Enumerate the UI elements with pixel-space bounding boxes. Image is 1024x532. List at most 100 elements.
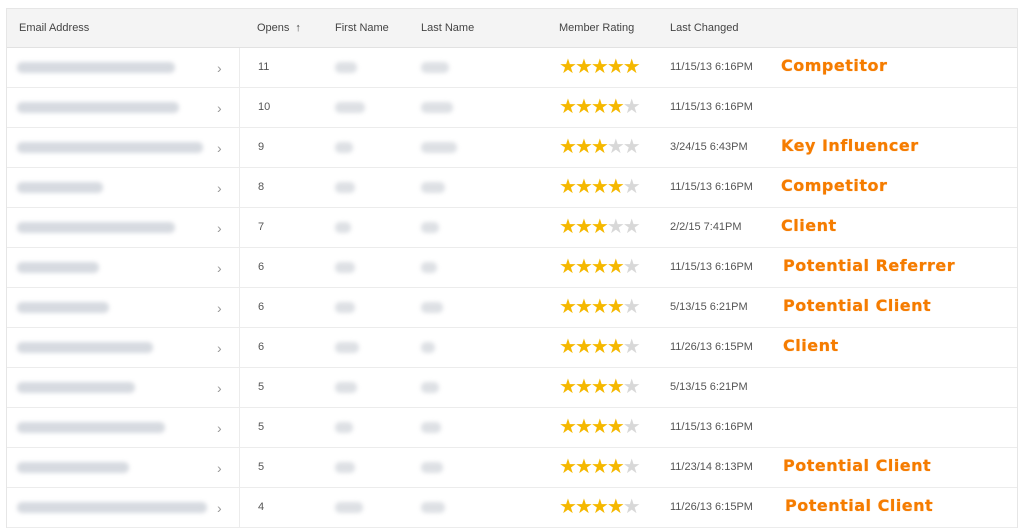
email-redacted[interactable]	[17, 502, 207, 513]
star-icon[interactable]: ★	[607, 136, 625, 158]
star-icon[interactable]: ★	[575, 136, 593, 158]
star-icon[interactable]: ★	[607, 456, 625, 478]
star-icon[interactable]: ★	[591, 136, 609, 158]
star-icon[interactable]: ★	[575, 96, 593, 118]
chevron-right-icon[interactable]: ›	[217, 220, 222, 236]
arrow-up-icon[interactable]: ↑	[295, 22, 301, 34]
header-opens-label[interactable]: Opens	[257, 22, 289, 34]
chevron-right-icon[interactable]: ›	[217, 500, 222, 516]
star-icon[interactable]: ★	[575, 296, 593, 318]
star-icon[interactable]: ★	[559, 136, 577, 158]
star-icon[interactable]: ★	[607, 96, 625, 118]
star-icon[interactable]: ★	[623, 496, 641, 518]
table-row[interactable]: › 6 ★★★★★ 11/15/13 6:16PM Potential Referrer	[7, 248, 1017, 288]
chevron-right-icon[interactable]: ›	[217, 60, 222, 76]
table-row[interactable]: › 6 ★★★★★ 11/26/13 6:15PM Client	[7, 328, 1017, 368]
chevron-right-icon[interactable]: ›	[217, 380, 222, 396]
star-icon[interactable]: ★	[575, 376, 593, 398]
star-icon[interactable]: ★	[607, 496, 625, 518]
member-rating[interactable]: ★★★★★	[559, 216, 641, 238]
chevron-right-icon[interactable]: ›	[217, 420, 222, 436]
header-last-changed[interactable]: Last Changed	[670, 22, 739, 34]
star-icon[interactable]: ★	[607, 216, 625, 238]
table-row[interactable]: › 10 ★★★★★ 11/15/13 6:16PM	[7, 88, 1017, 128]
star-icon[interactable]: ★	[559, 456, 577, 478]
email-redacted[interactable]	[17, 342, 153, 353]
member-rating[interactable]: ★★★★★	[559, 56, 641, 78]
star-icon[interactable]: ★	[559, 256, 577, 278]
table-row[interactable]: › 5 ★★★★★ 11/23/14 8:13PM Potential Client	[7, 448, 1017, 488]
star-icon[interactable]: ★	[607, 256, 625, 278]
table-row[interactable]: › 5 ★★★★★ 11/15/13 6:16PM	[7, 408, 1017, 448]
email-redacted[interactable]	[17, 262, 99, 273]
member-rating[interactable]: ★★★★★	[559, 256, 641, 278]
star-icon[interactable]: ★	[607, 56, 625, 78]
star-icon[interactable]: ★	[559, 96, 577, 118]
star-icon[interactable]: ★	[623, 216, 641, 238]
star-icon[interactable]: ★	[591, 336, 609, 358]
star-icon[interactable]: ★	[591, 296, 609, 318]
table-row[interactable]: › 11 ★★★★★ 11/15/13 6:16PM Competitor	[7, 48, 1017, 88]
chevron-right-icon[interactable]: ›	[217, 260, 222, 276]
star-icon[interactable]: ★	[575, 56, 593, 78]
star-icon[interactable]: ★	[623, 336, 641, 358]
star-icon[interactable]: ★	[575, 176, 593, 198]
star-icon[interactable]: ★	[623, 416, 641, 438]
star-icon[interactable]: ★	[575, 256, 593, 278]
table-row[interactable]: › 6 ★★★★★ 5/13/15 6:21PM Potential Client	[7, 288, 1017, 328]
email-redacted[interactable]	[17, 462, 129, 473]
star-icon[interactable]: ★	[623, 176, 641, 198]
member-rating[interactable]: ★★★★★	[559, 136, 641, 158]
star-icon[interactable]: ★	[559, 376, 577, 398]
star-icon[interactable]: ★	[575, 496, 593, 518]
member-rating[interactable]: ★★★★★	[559, 296, 641, 318]
star-icon[interactable]: ★	[591, 456, 609, 478]
star-icon[interactable]: ★	[591, 56, 609, 78]
star-icon[interactable]: ★	[559, 296, 577, 318]
member-rating[interactable]: ★★★★★	[559, 96, 641, 118]
star-icon[interactable]: ★	[623, 456, 641, 478]
table-row[interactable]: › 8 ★★★★★ 11/15/13 6:16PM Competitor	[7, 168, 1017, 208]
star-icon[interactable]: ★	[575, 416, 593, 438]
header-member-rating[interactable]: Member Rating	[559, 22, 634, 34]
chevron-right-icon[interactable]: ›	[217, 140, 222, 156]
star-icon[interactable]: ★	[559, 56, 577, 78]
header-opens[interactable]: Opens ↑	[257, 22, 301, 34]
header-last-name[interactable]: Last Name	[421, 22, 474, 34]
star-icon[interactable]: ★	[607, 416, 625, 438]
header-email[interactable]: Email Address	[19, 22, 89, 34]
star-icon[interactable]: ★	[559, 496, 577, 518]
star-icon[interactable]: ★	[591, 216, 609, 238]
email-redacted[interactable]	[17, 102, 179, 113]
star-icon[interactable]: ★	[559, 336, 577, 358]
table-row[interactable]: › 9 ★★★★★ 3/24/15 6:43PM Key Influencer	[7, 128, 1017, 168]
star-icon[interactable]: ★	[623, 256, 641, 278]
email-redacted[interactable]	[17, 302, 109, 313]
email-redacted[interactable]	[17, 222, 175, 233]
star-icon[interactable]: ★	[575, 216, 593, 238]
member-rating[interactable]: ★★★★★	[559, 176, 641, 198]
email-redacted[interactable]	[17, 422, 165, 433]
star-icon[interactable]: ★	[591, 256, 609, 278]
table-row[interactable]: › 5 ★★★★★ 5/13/15 6:21PM	[7, 368, 1017, 408]
member-rating[interactable]: ★★★★★	[559, 416, 641, 438]
star-icon[interactable]: ★	[591, 496, 609, 518]
star-icon[interactable]: ★	[623, 376, 641, 398]
star-icon[interactable]: ★	[607, 336, 625, 358]
email-redacted[interactable]	[17, 382, 135, 393]
table-row[interactable]: › 7 ★★★★★ 2/2/15 7:41PM Client	[7, 208, 1017, 248]
star-icon[interactable]: ★	[623, 296, 641, 318]
star-icon[interactable]: ★	[591, 376, 609, 398]
star-icon[interactable]: ★	[607, 176, 625, 198]
chevron-right-icon[interactable]: ›	[217, 100, 222, 116]
member-rating[interactable]: ★★★★★	[559, 496, 641, 518]
chevron-right-icon[interactable]: ›	[217, 340, 222, 356]
star-icon[interactable]: ★	[591, 96, 609, 118]
chevron-right-icon[interactable]: ›	[217, 460, 222, 476]
email-redacted[interactable]	[17, 142, 203, 153]
member-rating[interactable]: ★★★★★	[559, 336, 641, 358]
table-row[interactable]: › 4 ★★★★★ 11/26/13 6:15PM Potential Client	[7, 488, 1017, 528]
star-icon[interactable]: ★	[559, 216, 577, 238]
star-icon[interactable]: ★	[559, 176, 577, 198]
star-icon[interactable]: ★	[575, 336, 593, 358]
